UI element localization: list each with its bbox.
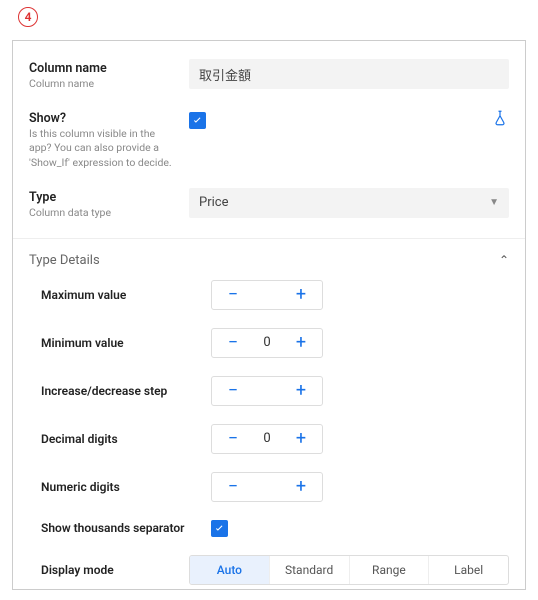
seg-standard[interactable]: Standard: [269, 556, 349, 584]
step-label: Increase/decrease step: [41, 384, 211, 398]
row-column-name: Column name Column name: [29, 59, 509, 91]
min-value[interactable]: 0: [254, 335, 280, 350]
step-plus-button[interactable]: +: [280, 377, 322, 405]
decimal-label: Decimal digits: [41, 432, 211, 446]
numeric-stepper: − +: [211, 472, 323, 502]
max-stepper: − +: [211, 280, 323, 310]
max-plus-button[interactable]: +: [280, 281, 322, 309]
step-badge: 4: [18, 7, 38, 27]
numeric-label: Numeric digits: [41, 480, 211, 494]
type-details-title: Type Details: [29, 253, 100, 268]
seg-auto[interactable]: Auto: [190, 556, 269, 584]
row-show: Show? Is this column visible in the app?…: [29, 109, 509, 170]
show-sub: Is this column visible in the app? You c…: [29, 127, 179, 170]
display-mode-label: Display mode: [41, 563, 189, 577]
row-numeric: Numeric digits − +: [29, 472, 509, 502]
type-label: Type: [29, 190, 179, 205]
row-step: Increase/decrease step − +: [29, 376, 509, 406]
column-name-sub: Column name: [29, 77, 179, 91]
step-minus-button[interactable]: −: [212, 377, 254, 405]
thousands-checkbox[interactable]: [211, 520, 228, 537]
decimal-minus-button[interactable]: −: [212, 425, 254, 453]
type-details-header[interactable]: Type Details ⌃: [29, 249, 509, 280]
min-plus-button[interactable]: +: [280, 329, 322, 357]
thousands-label: Show thousands separator: [41, 521, 211, 535]
row-max: Maximum value − +: [29, 280, 509, 310]
show-label: Show?: [29, 111, 179, 126]
check-icon: [213, 522, 226, 535]
row-decimal: Decimal digits − 0 +: [29, 424, 509, 454]
row-type: Type Column data type Price ▼: [29, 188, 509, 220]
display-mode-segmented: Auto Standard Range Label: [189, 555, 509, 585]
show-checkbox[interactable]: [189, 112, 206, 129]
decimal-value[interactable]: 0: [254, 431, 280, 446]
seg-label[interactable]: Label: [428, 556, 508, 584]
flask-icon[interactable]: [491, 109, 509, 131]
chevron-down-icon: ▼: [489, 197, 499, 208]
check-icon: [191, 114, 204, 127]
numeric-minus-button[interactable]: −: [212, 473, 254, 501]
row-display-mode: Display mode Auto Standard Range Label: [29, 555, 509, 585]
decimal-plus-button[interactable]: +: [280, 425, 322, 453]
type-select[interactable]: Price ▼: [189, 188, 509, 218]
max-label: Maximum value: [41, 288, 211, 302]
chevron-up-icon: ⌃: [499, 253, 509, 267]
numeric-plus-button[interactable]: +: [280, 473, 322, 501]
row-thousands: Show thousands separator: [29, 520, 509, 537]
type-value: Price: [199, 195, 228, 210]
max-minus-button[interactable]: −: [212, 281, 254, 309]
min-label: Minimum value: [41, 336, 211, 350]
min-minus-button[interactable]: −: [212, 329, 254, 357]
divider: [13, 238, 525, 239]
step-stepper: − +: [211, 376, 323, 406]
min-stepper: − 0 +: [211, 328, 323, 358]
row-min: Minimum value − 0 +: [29, 328, 509, 358]
type-sub: Column data type: [29, 206, 179, 220]
step-number: 4: [25, 11, 32, 23]
column-name-input[interactable]: [189, 59, 509, 89]
label-col: Column name Column name: [29, 59, 189, 91]
column-name-label: Column name: [29, 61, 179, 76]
seg-range[interactable]: Range: [349, 556, 429, 584]
decimal-stepper: − 0 +: [211, 424, 323, 454]
column-config-panel: Column name Column name Show? Is this co…: [12, 40, 526, 590]
